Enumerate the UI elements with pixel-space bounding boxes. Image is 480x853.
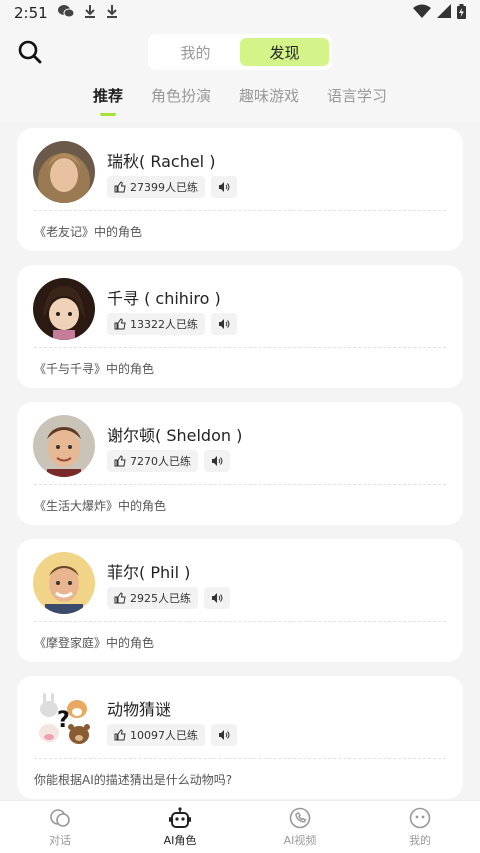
profile-face-icon [409, 807, 431, 829]
thumbs-up-icon [114, 455, 126, 467]
practice-count-badge: 27399人已练 [107, 176, 205, 198]
practice-count: 7270人已练 [130, 455, 191, 468]
signal-icon [437, 4, 451, 22]
character-name: 菲尔( Phil ) [107, 563, 191, 582]
nav-chat-label: 对话 [49, 834, 71, 847]
wifi-icon [413, 4, 431, 22]
divider [34, 484, 446, 485]
character-name: 动物猜谜 [107, 700, 172, 719]
status-bar: 2:51 [0, 0, 480, 26]
practice-count-badge: 13322人已练 [107, 313, 205, 335]
segment-mine[interactable]: 我的 [151, 38, 240, 66]
voice-preview-button[interactable] [211, 176, 237, 198]
search-icon [18, 40, 42, 64]
character-description: 你能根据AI的描述猜出是什么动物吗? [34, 773, 233, 787]
practice-count: 13322人已练 [130, 318, 198, 331]
segment-discover[interactable]: 发现 [240, 38, 329, 66]
speaker-icon [212, 456, 223, 466]
tab-recommended[interactable]: 推荐 [79, 82, 137, 116]
character-card[interactable]: ? 动物猜谜 10097人已练 你能根据AI的描述猜出是什么动物吗? [17, 676, 463, 799]
download-icon [106, 4, 118, 22]
speaker-icon [219, 319, 230, 329]
practice-count: 2925人已练 [130, 592, 191, 605]
nav-ai-characters[interactable]: AI角色 [120, 801, 240, 853]
robot-icon [169, 807, 191, 828]
character-name: 千寻 ( chihiro ) [107, 289, 221, 308]
character-description: 《千与千寻》中的角色 [34, 362, 155, 376]
practice-count-badge: 10097人已练 [107, 724, 205, 746]
speaker-icon [219, 182, 230, 192]
phil-avatar [33, 552, 95, 614]
status-time: 2:51 [14, 4, 48, 22]
nav-mine[interactable]: 我的 [360, 801, 480, 853]
practice-count: 27399人已练 [130, 181, 198, 194]
animal-riddle-avatar: ? [33, 689, 95, 751]
search-button[interactable] [16, 38, 44, 66]
sheldon-avatar [33, 415, 95, 477]
speaker-icon [219, 730, 230, 740]
svg-text:?: ? [57, 708, 70, 733]
rachel-avatar [33, 141, 95, 203]
divider [34, 347, 446, 348]
voice-preview-button[interactable] [204, 587, 230, 609]
character-name: 瑞秋( Rachel ) [107, 152, 216, 171]
character-description: 《生活大爆炸》中的角色 [34, 499, 167, 513]
nav-ai-video[interactable]: AI视频 [240, 801, 360, 853]
tab-role-play[interactable]: 角色扮演 [137, 82, 225, 116]
bottom-navigation: 对话 AI角色 AI视频 我的 [0, 800, 480, 853]
voice-preview-button[interactable] [211, 313, 237, 335]
tab-fun-games[interactable]: 趣味游戏 [225, 82, 313, 116]
category-tabs: 推荐 角色扮演 趣味游戏 语言学习 [0, 82, 480, 122]
battery-icon [457, 3, 466, 23]
download-icon [84, 4, 96, 22]
thumbs-up-icon [114, 181, 126, 193]
tab-language-learning[interactable]: 语言学习 [313, 82, 401, 116]
practice-count: 10097人已练 [130, 729, 198, 742]
video-call-icon [289, 807, 311, 829]
character-description: 《摩登家庭》中的角色 [34, 636, 155, 650]
character-name: 谢尔顿( Sheldon ) [107, 426, 243, 445]
divider [34, 758, 446, 759]
thumbs-up-icon [114, 729, 126, 741]
character-card[interactable]: 菲尔( Phil ) 2925人已练 《摩登家庭》中的角色 [17, 539, 463, 662]
voice-preview-button[interactable] [204, 450, 230, 472]
divider [34, 210, 446, 211]
chihiro-avatar [33, 278, 95, 340]
character-description: 《老友记》中的角色 [34, 225, 143, 239]
chat-bubbles-icon [50, 809, 70, 827]
character-card[interactable]: 谢尔顿( Sheldon ) 7270人已练 《生活大爆炸》中的角色 [17, 402, 463, 525]
nav-ai-characters-label: AI角色 [163, 834, 197, 847]
divider [34, 621, 446, 622]
character-card[interactable]: 千寻 ( chihiro ) 13322人已练 《千与千寻》中的角色 [17, 265, 463, 388]
mine-discover-toggle: 我的 发现 [148, 34, 332, 70]
nav-chat[interactable]: 对话 [0, 801, 120, 853]
thumbs-up-icon [114, 592, 126, 604]
header: 我的 发现 推荐 角色扮演 趣味游戏 语言学习 [0, 26, 480, 122]
practice-count-badge: 7270人已练 [107, 450, 198, 472]
thumbs-up-icon [114, 318, 126, 330]
voice-preview-button[interactable] [211, 724, 237, 746]
nav-mine-label: 我的 [409, 834, 431, 847]
character-card[interactable]: 瑞秋( Rachel ) 27399人已练 《老友记》中的角色 [17, 128, 463, 251]
practice-count-badge: 2925人已练 [107, 587, 198, 609]
wechat-icon [57, 4, 75, 22]
nav-ai-video-label: AI视频 [283, 834, 317, 847]
speaker-icon [212, 593, 223, 603]
